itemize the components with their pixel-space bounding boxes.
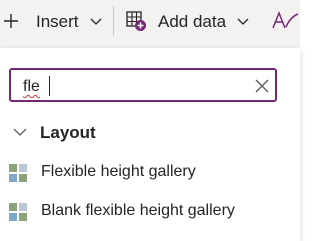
theme-button[interactable] [272,0,300,42]
group-label: Layout [40,123,96,142]
table-add-icon [126,11,146,31]
search-input[interactable]: fle [9,68,277,102]
search-value: fle [23,78,40,95]
layout-group-header[interactable]: Layout [0,116,300,148]
result-label: Flexible height gallery [41,163,196,180]
plus-icon [4,14,18,28]
gallery-icon [9,164,27,182]
chevron-down-icon [13,128,27,136]
add-data-label: Add data [158,11,227,31]
command-bar: Insert Add data [0,0,300,50]
add-data-button[interactable]: Add data [125,0,250,42]
result-item[interactable]: Flexible height gallery [0,154,300,190]
text-caret [49,76,50,96]
result-label: Blank flexible height gallery [41,202,235,219]
close-icon[interactable] [252,76,272,96]
text-style-icon [272,10,299,29]
chevron-down-icon [237,18,249,25]
toolbar-divider [113,6,114,36]
insert-label: Insert [36,11,79,31]
insert-button[interactable]: Insert [0,0,103,42]
result-item[interactable]: Blank flexible height gallery [0,193,300,229]
chevron-down-icon [90,18,101,25]
gallery-icon [9,203,27,221]
